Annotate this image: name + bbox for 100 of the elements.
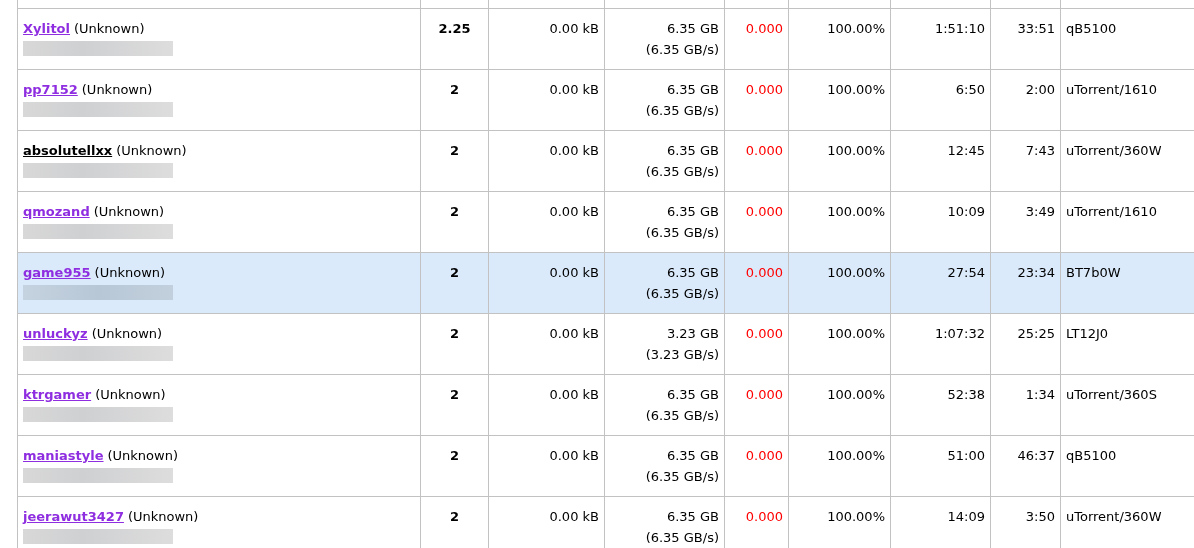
peer-row[interactable]: maniastyle (Unknown) 2 0.00 kB 6.35 GB (6.35 GB/s) 0.000 100.00% 51:00 46:37 qB5100: [17, 435, 1194, 497]
client-name: BT7b0W: [1066, 265, 1121, 280]
idle-time: 33:51: [1017, 21, 1055, 36]
complete-percent: 100.00%: [827, 509, 885, 524]
client-name: uTorrent/1610: [1066, 204, 1157, 219]
peer-row[interactable]: game955 (Unknown) 2 0.00 kB 6.35 GB (6.35 GB/s) 0.000 100.00% 27:54 23:34 BT7b0W: [17, 252, 1194, 314]
uploaded-value: 0.00 kB: [549, 265, 599, 280]
share-ratio: 0.000: [745, 265, 783, 280]
client-name: LT12J0: [1066, 326, 1109, 341]
downloaded-value: 3.23 GB: [666, 326, 719, 341]
username-link[interactable]: game955: [23, 262, 91, 283]
idle-time: 1:34: [1025, 387, 1055, 402]
ratio-value: 2: [449, 204, 459, 219]
uploaded-value: 0.00 kB: [549, 143, 599, 158]
peer-row[interactable]: jeerawut3427 (Unknown) 2 0.00 kB 6.35 GB (6.35 GB/s) 0.000 100.00% 14:09 3:50 uTorrent/360W: [17, 496, 1194, 548]
ratio-value: 2: [449, 326, 459, 341]
connected-time: 27:54: [947, 265, 985, 280]
ratio-value: 2: [449, 509, 459, 524]
peer-status: (Unknown): [81, 81, 153, 99]
downloaded-value: 6.35 GB: [666, 82, 719, 97]
share-ratio: 0.000: [745, 387, 783, 402]
connected-time: 52:38: [947, 387, 985, 402]
client-name: uTorrent/1610: [1066, 82, 1157, 97]
peer-status: (Unknown): [127, 508, 199, 526]
uploaded-value: 0.00 kB: [549, 21, 599, 36]
complete-percent: 100.00%: [827, 326, 885, 341]
client-name: uTorrent/360W: [1066, 509, 1162, 524]
peer-status: (Unknown): [107, 447, 178, 465]
complete-percent: 100.00%: [827, 204, 885, 219]
complete-percent: 100.00%: [827, 387, 885, 402]
ratio-value: 2: [449, 82, 459, 97]
peer-row[interactable]: pp7152 (Unknown) 2 0.00 kB 6.35 GB (6.35 GB/s) 0.000 100.00% 6:50 2:00 uTorrent/1610: [17, 69, 1194, 131]
client-name: uTorrent/360S: [1066, 387, 1157, 402]
peer-status: (Unknown): [94, 264, 166, 282]
share-ratio: 0.000: [745, 509, 783, 524]
share-ratio: 0.000: [745, 82, 783, 97]
download-rate: (3.23 GB/s): [645, 347, 719, 362]
download-rate: (6.35 GB/s): [645, 469, 719, 484]
peer-row[interactable]: Xylitol (Unknown) 2.25 0.00 kB 6.35 GB (6.35 GB/s) 0.000 100.00% 1:51:10 33:51 qB5100: [17, 8, 1194, 70]
idle-time: 46:37: [1017, 448, 1055, 463]
peer-row[interactable]: qmozand (Unknown) 2 0.00 kB 6.35 GB (6.35 GB/s) 0.000 100.00% 10:09 3:49 uTorrent/1610: [17, 191, 1194, 253]
username-link[interactable]: jeerawut3427: [23, 506, 124, 527]
idle-time: 25:25: [1017, 326, 1055, 341]
downloaded-value: 6.35 GB: [666, 204, 719, 219]
connected-time: 12:45: [947, 143, 985, 158]
download-rate: (6.35 GB/s): [645, 530, 719, 545]
share-ratio: 0.000: [745, 204, 783, 219]
uploaded-value: 0.00 kB: [549, 448, 599, 463]
uploaded-value: 0.00 kB: [549, 204, 599, 219]
peer-status: (Unknown): [93, 203, 165, 221]
connected-time: 14:09: [947, 509, 985, 524]
connected-time: 1:07:32: [934, 326, 985, 341]
share-ratio: 0.000: [745, 448, 783, 463]
client-name: qB5100: [1066, 448, 1117, 463]
username-link[interactable]: absolutellxx: [23, 140, 113, 161]
complete-percent: 100.00%: [827, 82, 885, 97]
idle-time: 3:50: [1025, 509, 1055, 524]
username-link[interactable]: Xylitol: [23, 18, 70, 39]
downloaded-value: 6.35 GB: [666, 448, 719, 463]
download-rate: (6.35 GB/s): [645, 42, 719, 57]
ratio-value: 2: [449, 143, 459, 158]
ratio-value: 2.25: [438, 21, 471, 36]
connected-time: 10:09: [947, 204, 985, 219]
download-rate: (6.35 GB/s): [645, 408, 719, 423]
client-name: uTorrent/360W: [1066, 143, 1162, 158]
complete-percent: 100.00%: [827, 265, 885, 280]
downloaded-value: 6.35 GB: [666, 265, 719, 280]
peer-status: (Unknown): [116, 142, 187, 160]
uploaded-value: 0.00 kB: [549, 509, 599, 524]
username-link[interactable]: ktrgamer: [23, 384, 92, 405]
ratio-value: 2: [449, 448, 459, 463]
complete-percent: 100.00%: [827, 143, 885, 158]
username-link[interactable]: maniastyle: [23, 445, 104, 466]
peer-row[interactable]: unluckyz (Unknown) 2 0.00 kB 3.23 GB (3.23 GB/s) 0.000 100.00% 1:07:32 25:25 LT12J0: [17, 313, 1194, 375]
downloaded-value: 6.35 GB: [666, 143, 719, 158]
download-rate: (6.35 GB/s): [645, 225, 719, 240]
idle-time: 2:00: [1025, 82, 1055, 97]
username-link[interactable]: qmozand: [23, 201, 90, 222]
share-ratio: 0.000: [745, 326, 783, 341]
complete-percent: 100.00%: [827, 448, 885, 463]
complete-percent: 100.00%: [827, 21, 885, 36]
uploaded-value: 0.00 kB: [549, 326, 599, 341]
ratio-value: 2: [449, 265, 459, 280]
peer-status: (Unknown): [74, 20, 145, 38]
username-link[interactable]: pp7152: [23, 79, 78, 100]
download-rate: (6.35 GB/s): [645, 103, 719, 118]
peer-row[interactable]: ktrgamer (Unknown) 2 0.00 kB 6.35 GB (6.35 GB/s) 0.000 100.00% 52:38 1:34 uTorrent/360S: [17, 374, 1194, 436]
peer-row[interactable]: absolutellxx (Unknown) 2 0.00 kB 6.35 GB (6.35 GB/s) 0.000 100.00% 12:45 7:43 uTorrent/360W: [17, 130, 1194, 192]
peer-status: (Unknown): [95, 386, 166, 404]
connected-time: 1:51:10: [934, 21, 985, 36]
idle-time: 3:49: [1025, 204, 1055, 219]
uploaded-value: 0.00 kB: [549, 387, 599, 402]
download-rate: (6.35 GB/s): [645, 286, 719, 301]
downloaded-value: 6.35 GB: [666, 21, 719, 36]
share-ratio: 0.000: [745, 21, 783, 36]
downloaded-value: 6.35 GB: [666, 509, 719, 524]
idle-time: 23:34: [1017, 265, 1055, 280]
username-link[interactable]: unluckyz: [23, 323, 88, 344]
ratio-value: 2: [449, 387, 459, 402]
connected-time: 6:50: [955, 82, 985, 97]
